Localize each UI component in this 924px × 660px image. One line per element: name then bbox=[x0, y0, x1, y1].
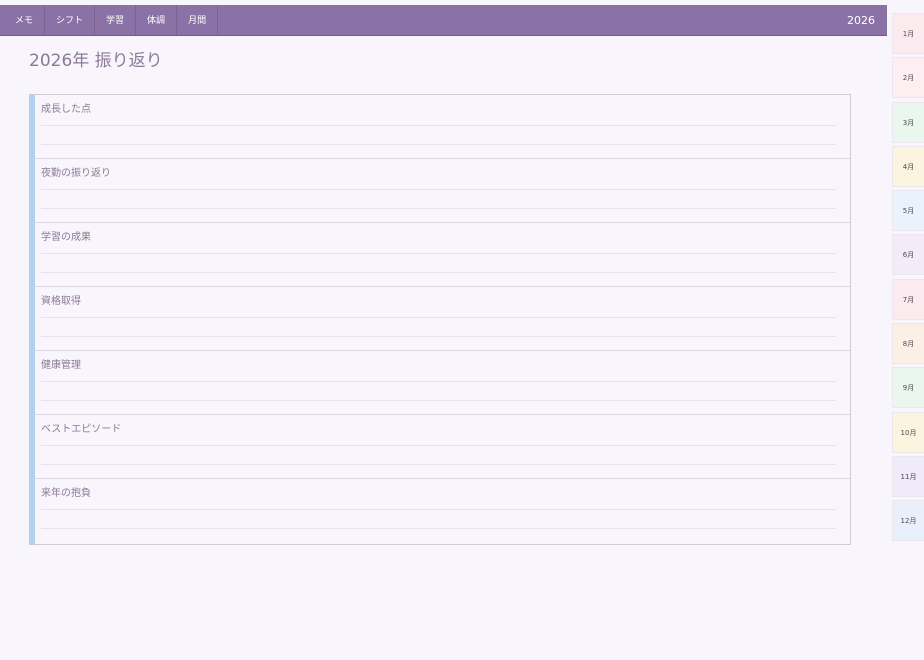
month-tab-strip: 1月 2月 3月 4月 5月 6月 7月 8月 9月 10月 11月 12月 bbox=[892, 13, 924, 545]
month-tab-3[interactable]: 3月 bbox=[892, 101, 924, 143]
writing-line bbox=[41, 317, 836, 318]
writing-line bbox=[41, 144, 836, 145]
top-nav-bar: メモ シフト 学習 体調 月間 2026 bbox=[0, 5, 887, 36]
section-certification[interactable]: 資格取得 bbox=[35, 287, 850, 351]
section-growth[interactable]: 成長した点 bbox=[35, 95, 850, 159]
writing-line bbox=[41, 272, 836, 273]
section-label: 学習の成果 bbox=[41, 232, 91, 243]
tab-health[interactable]: 体調 bbox=[136, 5, 178, 35]
section-next-year-goals[interactable]: 来年の抱負 bbox=[35, 479, 850, 543]
writing-line bbox=[41, 509, 836, 510]
writing-line bbox=[41, 125, 836, 126]
writing-line bbox=[41, 189, 836, 190]
writing-line bbox=[41, 445, 836, 446]
section-label: 夜勤の振り返り bbox=[41, 168, 111, 179]
writing-line bbox=[41, 208, 836, 209]
tab-study[interactable]: 学習 bbox=[95, 5, 137, 35]
writing-line bbox=[41, 253, 836, 254]
section-label: ベストエピソード bbox=[41, 424, 122, 435]
section-best-episode[interactable]: ベストエピソード bbox=[35, 415, 850, 479]
tab-monthly[interactable]: 月間 bbox=[177, 5, 219, 35]
section-label: 成長した点 bbox=[41, 104, 91, 115]
month-tab-10[interactable]: 10月 bbox=[892, 411, 924, 453]
section-label: 来年の抱負 bbox=[41, 488, 91, 499]
month-tab-1[interactable]: 1月 bbox=[892, 13, 924, 54]
month-tab-7[interactable]: 7月 bbox=[892, 278, 924, 320]
section-label: 健康管理 bbox=[41, 360, 81, 371]
tab-memo[interactable]: メモ bbox=[0, 5, 46, 35]
writing-line bbox=[41, 381, 836, 382]
page-title: 2026年 振り返り bbox=[29, 51, 163, 71]
month-tab-4[interactable]: 4月 bbox=[892, 145, 924, 187]
tab-shift[interactable]: シフト bbox=[45, 5, 96, 35]
review-panel: 成長した点 夜勤の振り返り 学習の成果 資格取得 健康管理 ベストエピソード 来… bbox=[29, 94, 851, 545]
month-tab-6[interactable]: 6月 bbox=[892, 234, 924, 276]
month-tab-9[interactable]: 9月 bbox=[892, 367, 924, 409]
month-tab-5[interactable]: 5月 bbox=[892, 190, 924, 232]
month-tab-12[interactable]: 12月 bbox=[892, 500, 924, 542]
month-tab-8[interactable]: 8月 bbox=[892, 323, 924, 365]
month-tab-11[interactable]: 11月 bbox=[892, 455, 924, 497]
section-label: 資格取得 bbox=[41, 296, 81, 307]
year-label: 2026 bbox=[847, 14, 875, 27]
writing-line bbox=[41, 400, 836, 401]
month-tab-2[interactable]: 2月 bbox=[892, 57, 924, 99]
writing-line bbox=[41, 528, 836, 529]
writing-line bbox=[41, 464, 836, 465]
section-night-shift[interactable]: 夜勤の振り返り bbox=[35, 159, 850, 223]
section-study-results[interactable]: 学習の成果 bbox=[35, 223, 850, 287]
section-health[interactable]: 健康管理 bbox=[35, 351, 850, 415]
writing-line bbox=[41, 336, 836, 337]
